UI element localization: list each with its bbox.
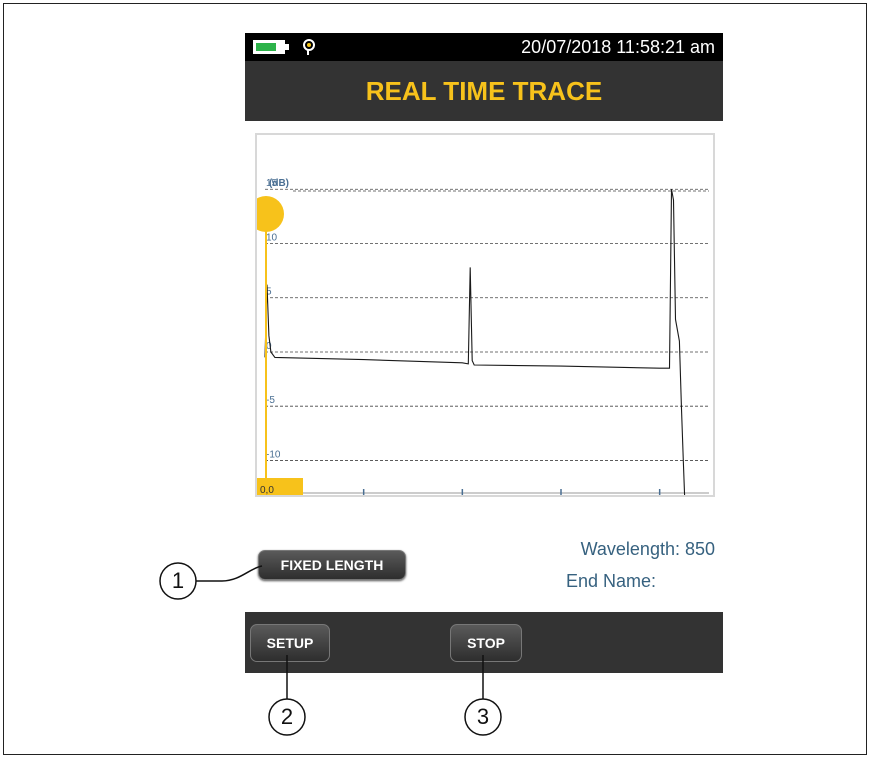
callout-number-3: 3 — [476, 704, 490, 729]
callout-lines — [159, 562, 502, 736]
callout-leader-1 — [196, 565, 263, 582]
callout-number-1: 1 — [171, 568, 185, 593]
callout-number-2: 2 — [280, 704, 294, 729]
